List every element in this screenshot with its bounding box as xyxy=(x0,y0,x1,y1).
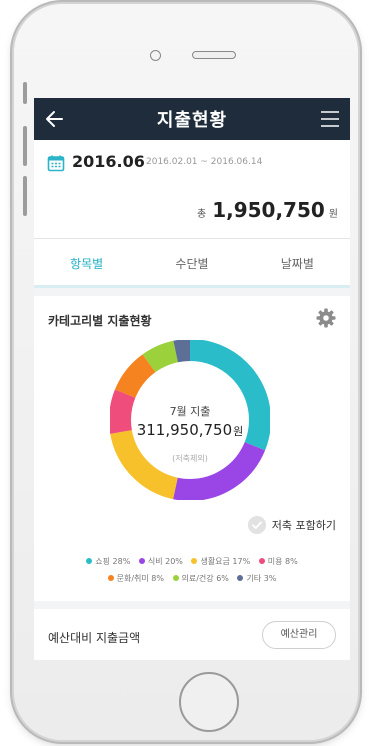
legend-row: 문화/취미 8% 의료/건강 6% 기타 3% xyxy=(34,570,350,587)
donut-center-caption: 7월 지출 xyxy=(169,405,211,418)
donut-center-amount-value: 311,950,750 xyxy=(136,421,233,439)
legend-label: 기타 3% xyxy=(246,574,277,583)
legend-item: 의료/건강 6% xyxy=(172,570,229,587)
total-amount-value: 1,950,750 xyxy=(212,198,325,222)
legend-row: 쇼핑 28% 식비 20% 생활요금 17% 미용 8% xyxy=(34,553,350,570)
category-expense-card: 카테고리별 지출현황 7월 지출 311,950,750원 (저축제외) 저축 … xyxy=(34,296,350,601)
summary-month[interactable]: 2016.06 xyxy=(72,152,145,171)
expense-summary: 2016.06 2016.02.01 ~ 2016.06.14 총 1,950,… xyxy=(34,140,350,238)
legend-item: 쇼핑 28% xyxy=(86,553,130,570)
calendar-icon[interactable] xyxy=(47,154,65,172)
total-prefix: 총 xyxy=(196,209,207,220)
donut-center-unit: 원 xyxy=(233,425,244,438)
page-title: 지출현황 xyxy=(156,110,228,131)
legend-label: 생활요금 17% xyxy=(200,557,251,566)
legend-label: 미용 8% xyxy=(267,557,298,566)
legend-item: 기타 3% xyxy=(237,570,276,587)
budget-title: 예산대비 지출금액 xyxy=(48,631,141,645)
include-savings-label: 저축 포함하기 xyxy=(271,519,336,532)
home-button[interactable] xyxy=(179,672,239,732)
category-donut-chart xyxy=(110,340,270,500)
legend-label: 쇼핑 28% xyxy=(95,557,131,566)
mute-switch xyxy=(23,82,27,104)
chart-legend: 쇼핑 28% 식비 20% 생활요금 17% 미용 8% 문화/취미 8% 의료… xyxy=(34,553,350,587)
card-title: 카테고리별 지출현황 xyxy=(48,314,152,328)
legend-label: 문화/취미 8% xyxy=(116,574,164,583)
top-app-bar: 지출현황 xyxy=(34,98,350,140)
legend-item: 미용 8% xyxy=(258,553,298,570)
hamburger-menu-icon[interactable] xyxy=(320,109,340,129)
app-screen: 지출현황 2016.06 2016.02.01 ~ 2016.06.14 총 1… xyxy=(34,98,350,660)
budget-section: 예산대비 지출금액 예산관리 xyxy=(34,609,350,660)
total-amount: 총 1,950,750 원 xyxy=(197,198,338,222)
legend-item: 식비 20% xyxy=(138,553,183,570)
gear-icon[interactable] xyxy=(316,308,336,328)
donut-center-amount: 311,950,750원 xyxy=(110,421,270,439)
legend-label: 식비 20% xyxy=(147,557,183,566)
budget-manage-button[interactable]: 예산관리 xyxy=(262,621,336,649)
tab-bar: 항목별 수단별 날짜별 xyxy=(34,238,350,288)
arrow-left-icon[interactable] xyxy=(42,106,68,132)
legend-item: 생활요금 17% xyxy=(191,553,250,570)
legend-item: 문화/취미 8% xyxy=(107,570,164,587)
tab-by-category[interactable]: 항목별 xyxy=(34,239,139,288)
earpiece-speaker xyxy=(192,51,236,59)
volume-down-button xyxy=(23,176,27,216)
total-currency: 원 xyxy=(328,209,338,220)
legend-label: 의료/건강 6% xyxy=(181,574,229,583)
summary-date-range: 2016.02.01 ~ 2016.06.14 xyxy=(146,157,263,167)
volume-up-button xyxy=(23,126,27,166)
tab-by-method[interactable]: 수단별 xyxy=(139,239,244,288)
include-savings-toggle[interactable]: 저축 포함하기 xyxy=(247,516,336,534)
tab-by-date[interactable]: 날짜별 xyxy=(245,239,350,288)
check-circle-icon[interactable] xyxy=(247,516,266,534)
front-camera xyxy=(150,50,161,61)
tab-underline-rail xyxy=(34,285,350,288)
donut-center-note: (저축제외) xyxy=(172,454,208,463)
